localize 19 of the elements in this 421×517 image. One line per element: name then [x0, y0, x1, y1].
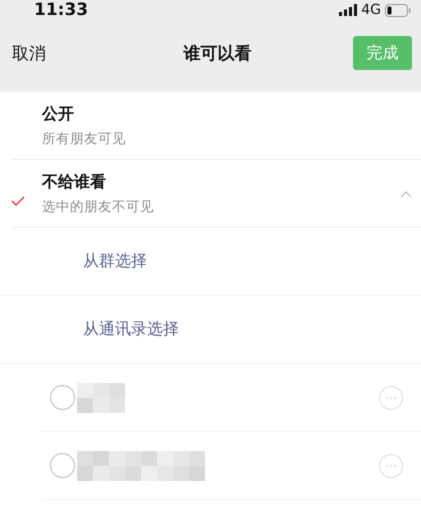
- option-title: 不给谁看: [42, 172, 107, 192]
- cancel-button[interactable]: 取消: [12, 42, 46, 64]
- visibility-option[interactable]: 公开 所有朋友可见: [11, 92, 421, 160]
- more-icon[interactable]: [379, 454, 403, 478]
- select-source-link[interactable]: 从通讯录选择: [83, 319, 179, 340]
- redacted-name: [77, 382, 125, 412]
- option-subtitle: 选中的朋友不可见: [42, 198, 155, 216]
- select-source-link[interactable]: 从群选择: [83, 251, 147, 272]
- visibility-option[interactable]: 不给谁看 选中的朋友不可见: [11, 160, 421, 228]
- contact-radio[interactable]: [50, 385, 75, 410]
- option-title: 公开: [42, 104, 75, 124]
- battery-icon: [385, 4, 411, 16]
- page-title: 谁可以看: [184, 42, 252, 64]
- contact-radio[interactable]: [50, 453, 75, 478]
- more-icon[interactable]: [379, 386, 403, 410]
- network-label: 4G: [361, 2, 381, 18]
- signal-icon: [339, 4, 358, 16]
- option-subtitle: 所有朋友可见: [42, 130, 127, 148]
- status-time: 11:33: [34, 0, 88, 20]
